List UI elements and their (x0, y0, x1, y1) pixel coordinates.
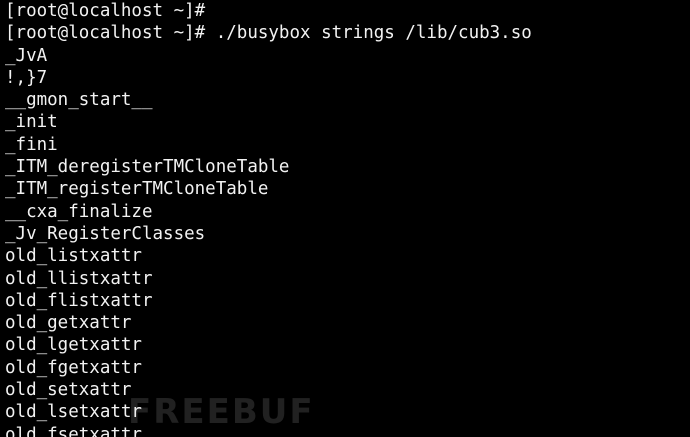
output-line: old_listxattr (5, 246, 142, 267)
output-line: _init (5, 112, 58, 133)
output-line: old_lgetxattr (5, 335, 142, 356)
terminal-prompt-line: [root@localhost ~]# (5, 1, 206, 21)
terminal-command-line: [root@localhost ~]# ./busybox strings /l… (5, 23, 532, 44)
output-line: old_setxattr (5, 380, 132, 401)
output-line: old_fgetxattr (5, 357, 142, 378)
output-line: old_lsetxattr (5, 402, 142, 423)
output-line: _ITM_deregisterTMCloneTable (5, 157, 290, 178)
output-line: !,}7 (5, 67, 48, 88)
output-line: old_fsetxattr (5, 424, 142, 437)
output-line: old_llistxattr (5, 268, 153, 289)
output-line: old_getxattr (5, 313, 132, 334)
terminal-window[interactable]: [root@localhost ~]# [root@localhost ~]# … (0, 0, 690, 437)
output-line: _fini (5, 134, 58, 155)
output-line: _Jv_RegisterClasses (5, 223, 206, 244)
output-line: __gmon_start__ (5, 90, 153, 111)
output-line: _ITM_registerTMCloneTable (5, 179, 269, 200)
output-line: _JvA (5, 45, 48, 66)
output-line: old_flistxattr (5, 290, 153, 311)
output-line: __cxa_finalize (5, 201, 153, 222)
terminal-output: [root@localhost ~]# [root@localhost ~]# … (5, 0, 532, 437)
